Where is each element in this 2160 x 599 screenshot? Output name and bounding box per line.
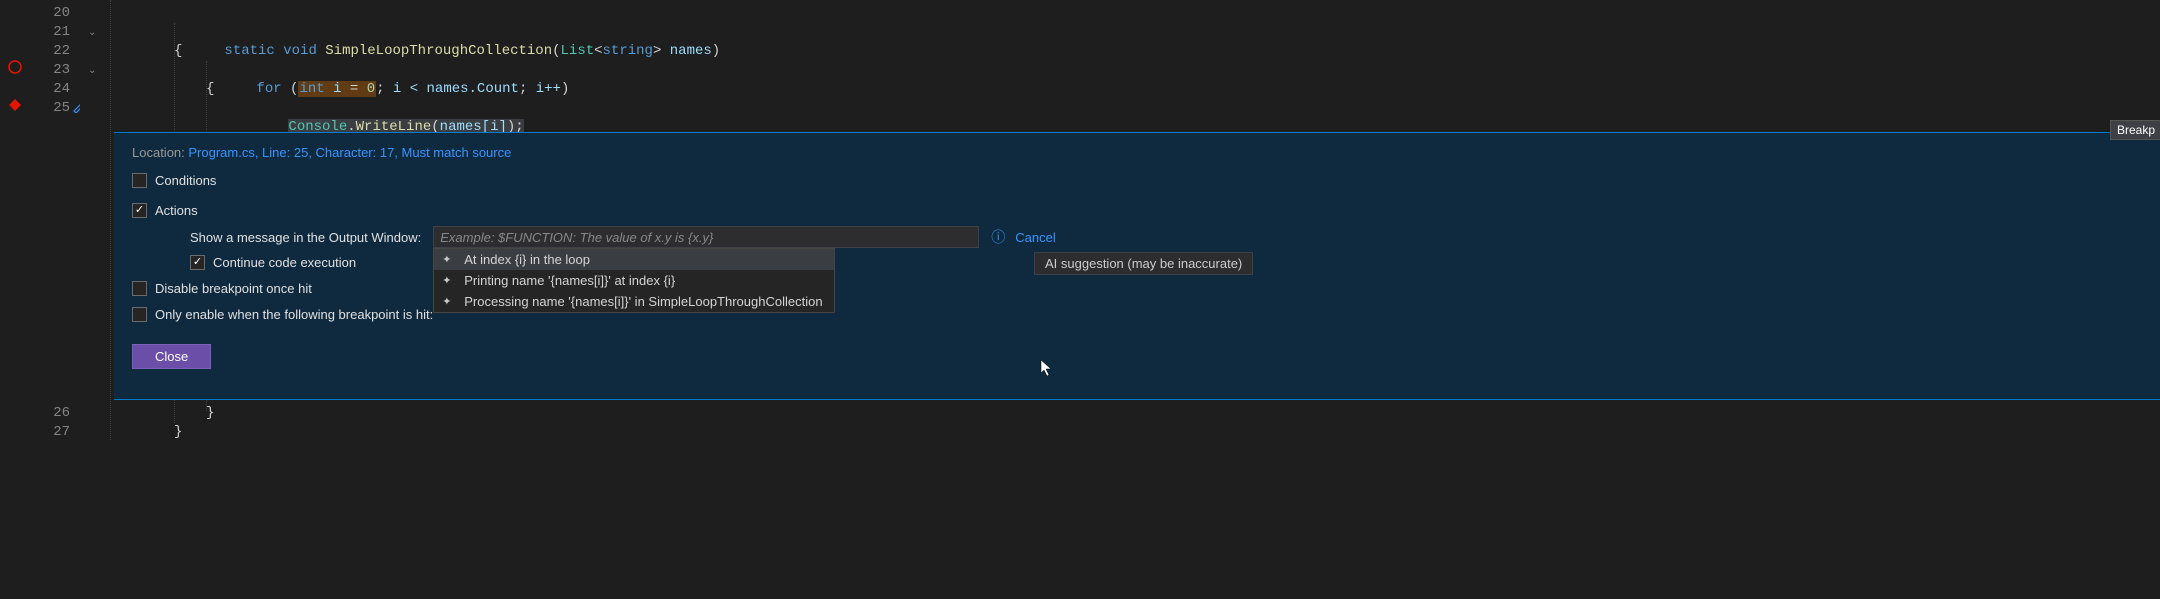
line-number-gutter: 20 21 22 23 24 25 26 27 — [30, 0, 80, 599]
code-line[interactable]: static void SimpleLoopThroughCollection(… — [174, 23, 720, 42]
breakpoint-location: Location: Program.cs, Line: 25, Characte… — [132, 145, 2142, 160]
suggestion-item[interactable]: ✦ At index {i} in the loop — [434, 249, 834, 270]
ai-suggestion-badge: AI suggestion (may be inaccurate) — [1034, 252, 1253, 275]
line-number: 21 — [53, 23, 70, 42]
close-button[interactable]: Close — [132, 344, 211, 369]
line-number: 23 — [53, 61, 70, 80]
sparkle-icon: ✦ — [442, 253, 456, 266]
breakpoint-settings-panel: Location: Program.cs, Line: 25, Characte… — [114, 132, 2160, 400]
continue-execution-label: Continue code execution — [213, 255, 356, 270]
line-number: 22 — [53, 42, 70, 61]
code-line[interactable]: for (int i = 0; i < names.Count; i++) — [206, 61, 569, 80]
mouse-cursor-icon — [1040, 359, 1054, 382]
code-line[interactable]: Console.WriteLine(names[i]); — [238, 99, 524, 118]
code-line[interactable]: } — [206, 404, 214, 423]
only-enable-when-label: Only enable when the following breakpoin… — [155, 307, 433, 322]
actions-checkbox[interactable] — [132, 203, 147, 218]
breakpoint-marker-active[interactable] — [8, 98, 22, 112]
code-line[interactable]: { — [206, 80, 214, 99]
code-line[interactable]: { — [174, 42, 182, 61]
fold-chevron-icon[interactable]: ⌄ — [88, 23, 96, 42]
line-number: 26 — [53, 404, 70, 423]
suggestion-item[interactable]: ✦ Printing name '{names[i]}' at index {i… — [434, 270, 834, 291]
breakpoint-location-link[interactable]: Program.cs, Line: 25, Character: 17, Mus… — [188, 145, 511, 160]
disable-once-hit-checkbox[interactable] — [132, 281, 147, 296]
line-number: 20 — [53, 4, 70, 23]
info-icon[interactable]: ⓘ — [991, 227, 1005, 247]
disable-once-hit-label: Disable breakpoint once hit — [155, 281, 312, 296]
cancel-link[interactable]: Cancel — [1015, 230, 1055, 245]
sparkle-icon: ✦ — [442, 274, 456, 287]
suggestion-item[interactable]: ✦ Processing name '{names[i]}' in Simple… — [434, 291, 834, 312]
conditions-checkbox[interactable] — [132, 173, 147, 188]
continue-execution-checkbox[interactable] — [190, 255, 205, 270]
breakpoint-marker-unverified[interactable] — [8, 60, 22, 74]
fold-gutter[interactable]: ⌄ ⌄ — [80, 0, 110, 599]
line-number: 24 — [53, 80, 70, 99]
breakpoint-flyout-tab[interactable]: Breakp — [2110, 120, 2160, 140]
line-number: 25 — [53, 99, 70, 118]
breakpoint-gutter[interactable] — [0, 0, 30, 599]
code-line[interactable]: } — [174, 423, 182, 442]
fold-chevron-icon[interactable]: ⌄ — [88, 61, 96, 80]
sparkle-icon: ✦ — [442, 295, 456, 308]
conditions-label: Conditions — [155, 173, 216, 188]
only-enable-when-checkbox[interactable] — [132, 307, 147, 322]
line-number: 27 — [53, 423, 70, 442]
tracepoint-message-input[interactable] — [433, 226, 979, 248]
ai-suggestion-popup: ✦ At index {i} in the loop ✦ Printing na… — [433, 248, 835, 313]
show-message-label: Show a message in the Output Window: — [190, 230, 421, 245]
actions-label: Actions — [155, 203, 198, 218]
